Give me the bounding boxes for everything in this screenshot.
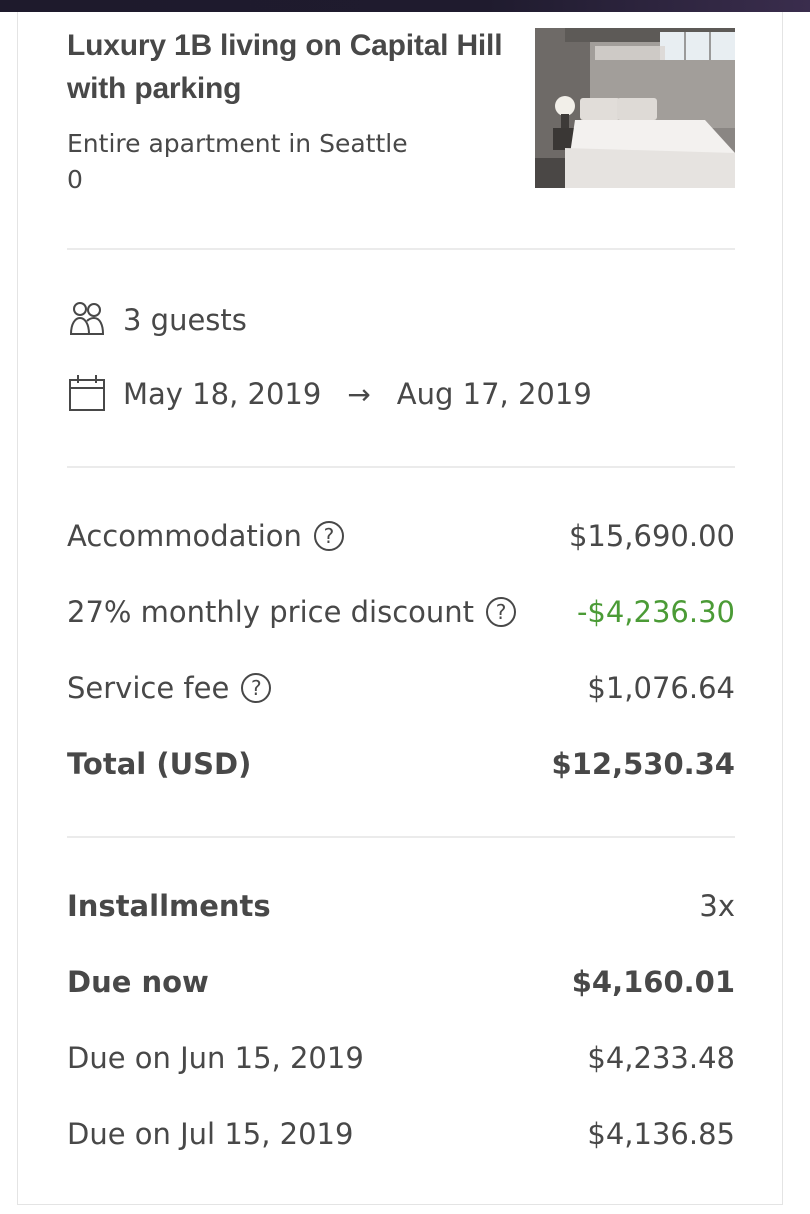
listing-subtitle: Entire apartment in Seattle	[67, 129, 408, 158]
due-jun-row: Due on Jun 15, 2019 $4,233.48	[67, 1038, 735, 1078]
due-jul-row: Due on Jul 15, 2019 $4,136.85	[67, 1114, 735, 1154]
discount-row: 27% monthly price discount ? -$4,236.30	[67, 592, 735, 632]
due-jun-value: $4,233.48	[587, 1041, 735, 1075]
guests-row[interactable]: 3 guests	[67, 300, 247, 340]
total-value: $12,530.34	[551, 747, 735, 781]
total-row: Total (USD) $12,530.34	[67, 744, 735, 784]
installments-row: Installments 3x	[67, 886, 735, 926]
divider	[67, 248, 735, 250]
due-now-value: $4,160.01	[571, 965, 735, 999]
help-icon[interactable]: ?	[313, 521, 344, 551]
check-in-date: May 18, 2019	[123, 377, 322, 411]
guests-icon	[67, 300, 107, 340]
divider	[67, 466, 735, 468]
listing-title[interactable]: Luxury 1B living on Capital Hill with pa…	[67, 24, 527, 110]
due-now-row: Due now $4,160.01	[67, 962, 735, 1002]
discount-label: 27% monthly price discount	[67, 595, 475, 629]
check-out-date: Aug 17, 2019	[396, 377, 592, 411]
installments-label: Installments	[67, 889, 271, 923]
service-fee-row: Service fee ? $1,076.64	[67, 668, 735, 708]
calendar-icon	[67, 374, 107, 414]
dates-row[interactable]: May 18, 2019 → Aug 17, 2019	[67, 374, 592, 414]
accommodation-value: $15,690.00	[568, 519, 735, 553]
help-icon[interactable]: ?	[241, 673, 272, 703]
service-fee-label: Service fee	[67, 671, 230, 705]
arrow-right-icon: →	[347, 377, 371, 411]
listing-review-count: 0	[67, 165, 83, 194]
top-status-strip	[0, 0, 810, 12]
divider	[67, 836, 735, 838]
service-fee-value: $1,076.64	[587, 671, 735, 705]
due-jul-label: Due on Jul 15, 2019	[67, 1117, 354, 1151]
booking-summary-card: Luxury 1B living on Capital Hill with pa…	[17, 12, 783, 1205]
guests-count: 3 guests	[123, 303, 247, 337]
due-jul-value: $4,136.85	[587, 1117, 735, 1151]
accommodation-label: Accommodation	[67, 519, 302, 553]
installments-value: 3x	[699, 889, 735, 923]
due-now-label: Due now	[67, 965, 209, 999]
listing-photo[interactable]	[535, 28, 735, 188]
accommodation-row: Accommodation ? $15,690.00	[67, 516, 735, 556]
total-label: Total (USD)	[67, 747, 252, 781]
help-icon[interactable]: ?	[486, 597, 517, 627]
due-jun-label: Due on Jun 15, 2019	[67, 1041, 364, 1075]
discount-value: -$4,236.30	[576, 595, 735, 629]
